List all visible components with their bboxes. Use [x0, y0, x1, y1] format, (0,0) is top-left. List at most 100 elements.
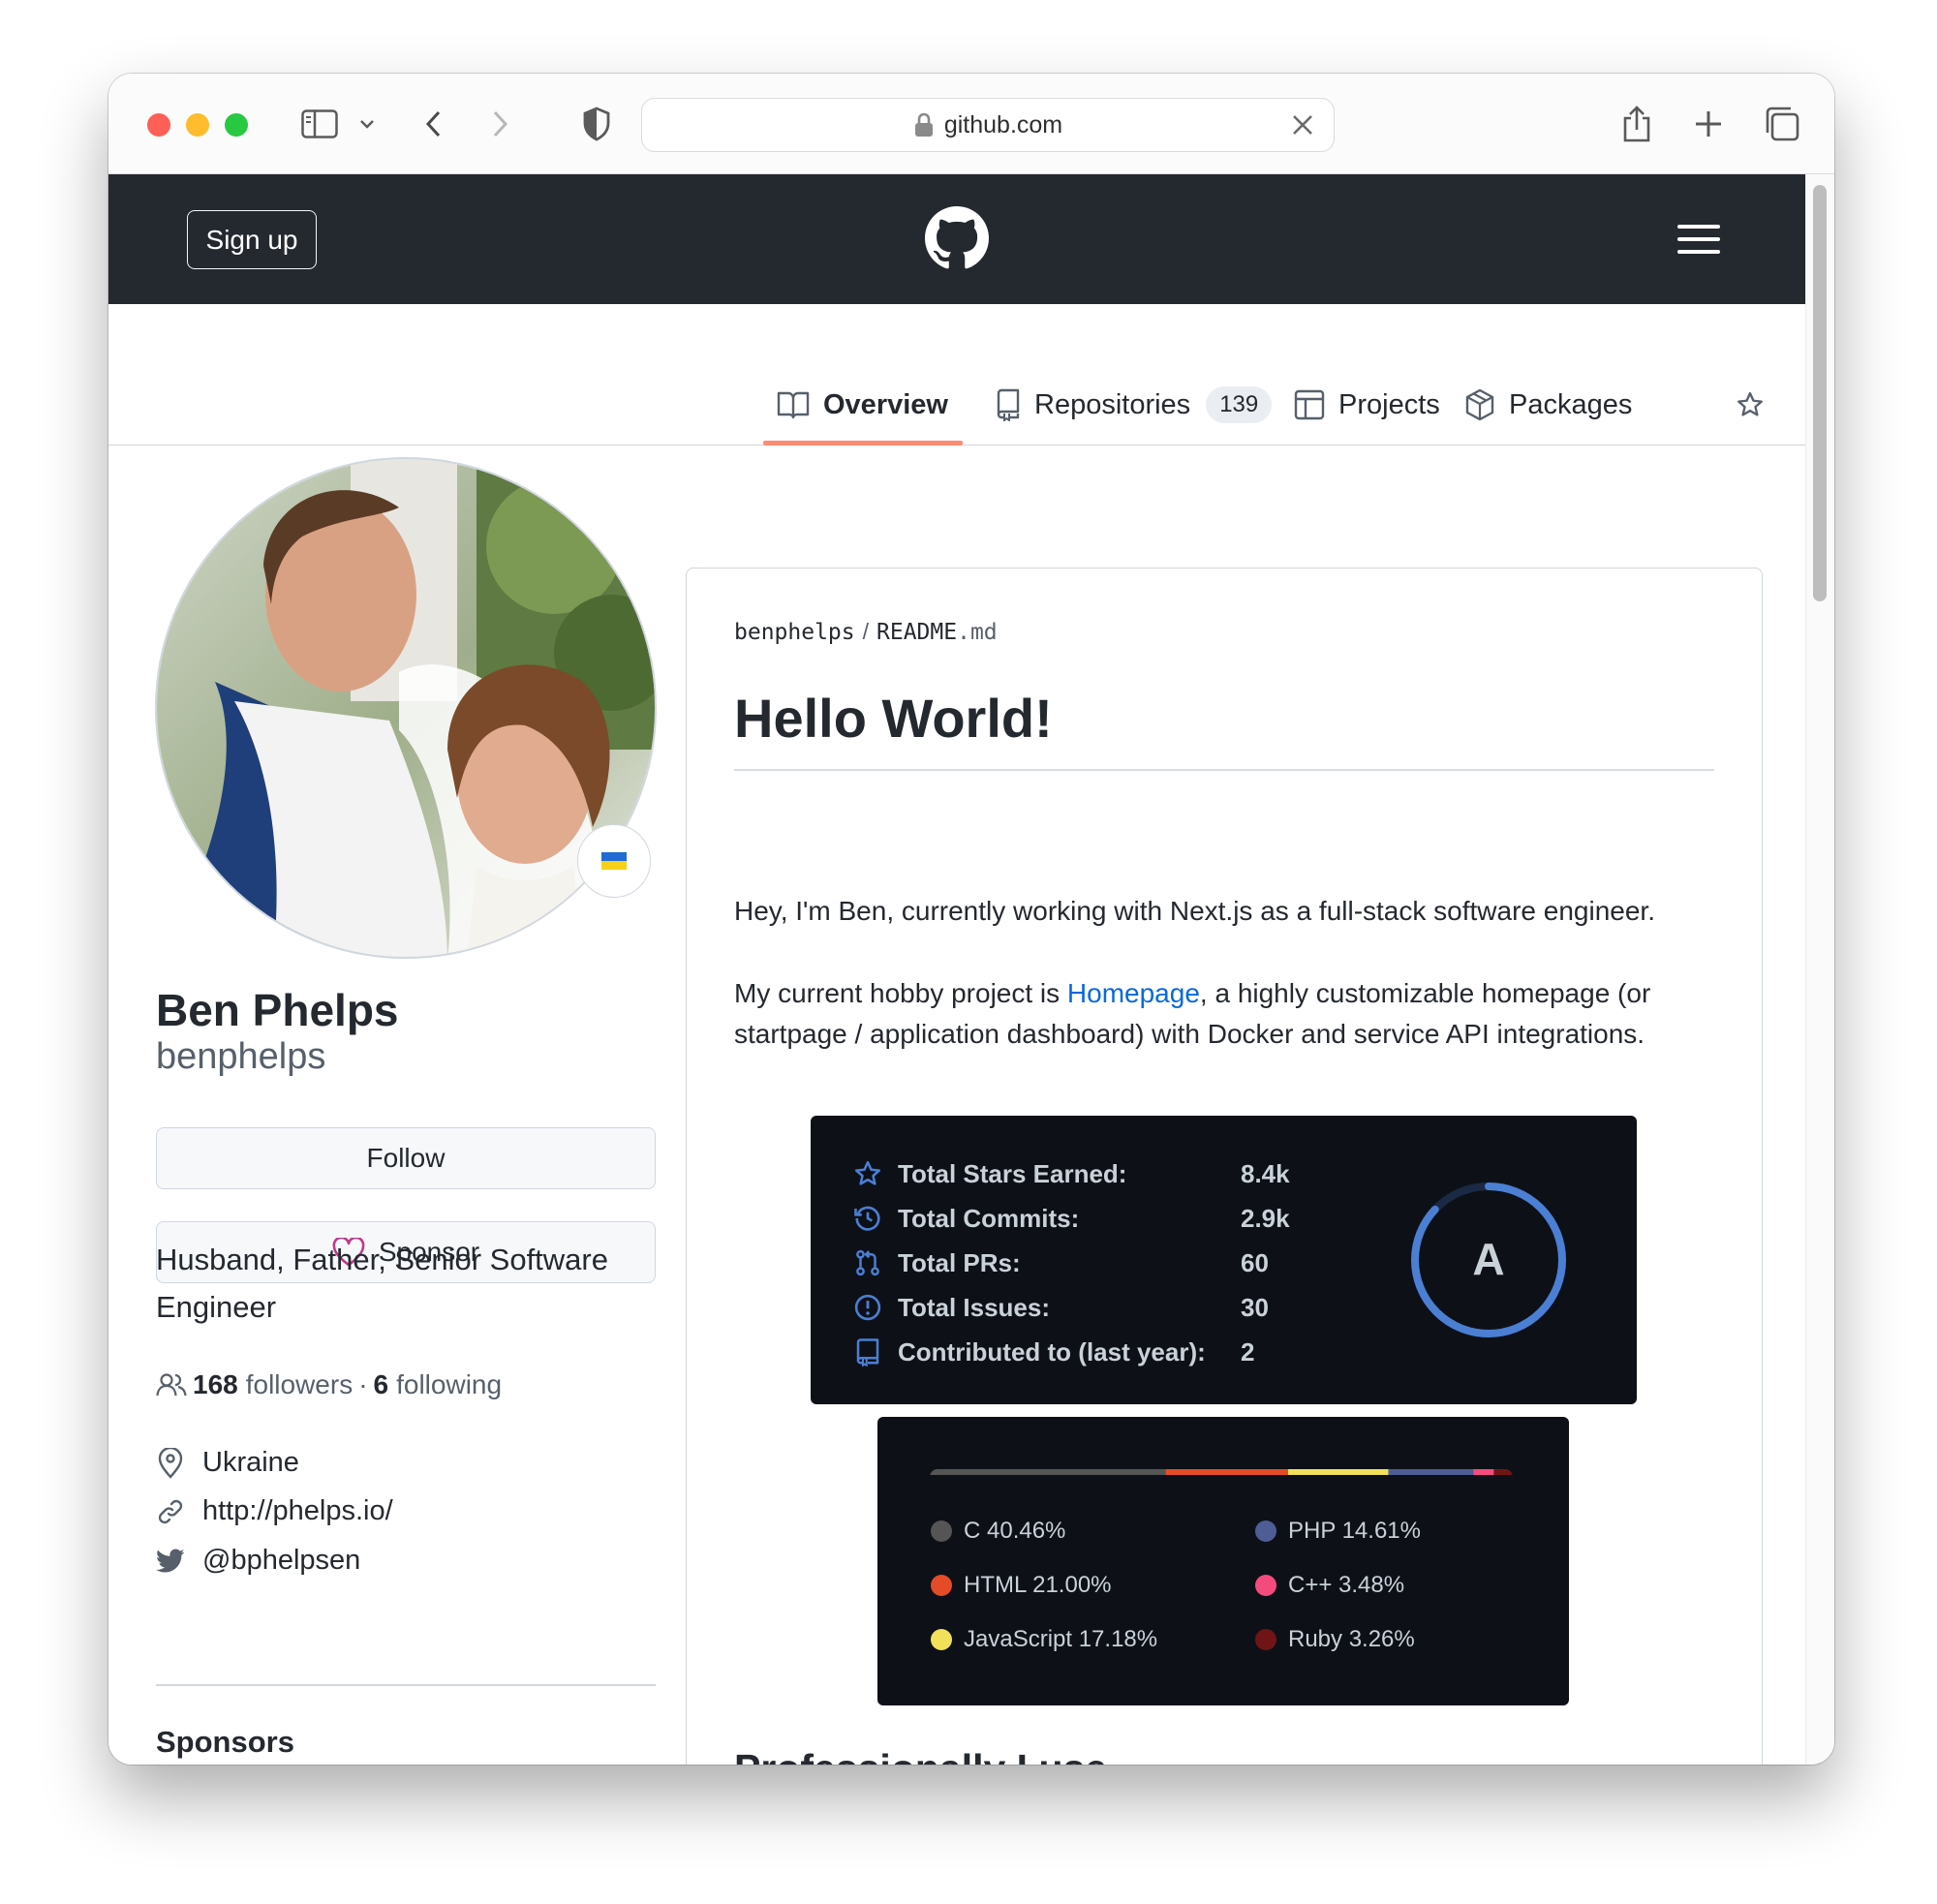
- readme-file-link[interactable]: README.md: [876, 620, 998, 645]
- website-link[interactable]: http://phelps.io/: [202, 1495, 393, 1527]
- link-icon: [158, 1499, 183, 1523]
- minimize-window-button[interactable]: [186, 113, 209, 137]
- stats-label: Total PRs:: [898, 1247, 1021, 1277]
- twitter-handle[interactable]: @bphelpsen: [202, 1545, 360, 1577]
- tab-label: Projects: [1338, 388, 1440, 420]
- twitter-item: @bphelpsen: [156, 1545, 360, 1577]
- profile-page: Overview Repositories 139 Projects Packa…: [108, 304, 1805, 1765]
- stats-value: 2: [1241, 1336, 1255, 1367]
- tab-overview-icon[interactable]: [1763, 101, 1801, 147]
- following-label[interactable]: following: [396, 1369, 502, 1400]
- profile-username: benphelps: [156, 1036, 326, 1077]
- issue-icon: [854, 1294, 881, 1321]
- language-color-dot: [931, 1575, 952, 1596]
- stats-value: 8.4k: [1241, 1158, 1290, 1188]
- new-tab-icon[interactable]: [1691, 101, 1726, 147]
- clear-url-icon[interactable]: [1289, 111, 1316, 138]
- stats-value: 30: [1241, 1292, 1269, 1322]
- language-label: HTML 21.00%: [964, 1572, 1112, 1598]
- chevron-down-icon[interactable]: [356, 101, 378, 147]
- readme-owner-link[interactable]: benphelps: [734, 620, 855, 645]
- readme-file-ext: .md: [957, 620, 998, 645]
- language-color-dot: [931, 1629, 952, 1650]
- readme-breadcrumb: benphelps / README.md: [734, 619, 998, 645]
- readme-hobby: My current hobby project is Homepage, a …: [734, 973, 1722, 1055]
- tab-repositories[interactable]: Repositories 139: [996, 380, 1273, 430]
- stats-row: Total Stars Earned: 8.4k: [853, 1154, 1290, 1193]
- active-tab-indicator: [763, 441, 963, 445]
- language-label: PHP 14.61%: [1288, 1518, 1421, 1544]
- tab-projects[interactable]: Projects: [1294, 380, 1440, 430]
- zoom-window-button[interactable]: [225, 113, 248, 137]
- profile-name: Ben Phelps: [156, 985, 399, 1035]
- stats-row: Total Commits: 2.9k: [853, 1199, 1290, 1238]
- browser-window: github.com Sign up Overview Repositories…: [108, 74, 1834, 1765]
- github-header: Sign up: [108, 174, 1805, 304]
- profile-bio: Husband, Father, Senior Software Enginee…: [156, 1243, 608, 1324]
- menu-icon[interactable]: [1677, 225, 1720, 254]
- language-label: JavaScript 17.18%: [964, 1626, 1158, 1652]
- avatar[interactable]: [155, 457, 657, 959]
- readme-heading: Hello World!: [734, 688, 1053, 749]
- language-legend-item: C++ 3.48%: [1255, 1572, 1404, 1599]
- forward-icon[interactable]: [486, 101, 515, 147]
- sign-up-button[interactable]: Sign up: [187, 210, 317, 269]
- github-stats-card[interactable]: Total Stars Earned: 8.4k Total Commits: …: [811, 1116, 1637, 1404]
- language-label: C++ 3.48%: [1288, 1572, 1405, 1598]
- browser-toolbar: github.com: [108, 74, 1834, 174]
- people-icon: [156, 1373, 187, 1397]
- website-item: http://phelps.io/: [156, 1495, 393, 1527]
- top-languages-card[interactable]: C 40.46% HTML 21.00% JavaScript 17.18% PHP …: [877, 1417, 1569, 1705]
- tab-label: Overview: [823, 388, 948, 420]
- language-bar: [930, 1469, 1513, 1475]
- tab-label: Repositories: [1034, 388, 1191, 420]
- language-bar-segment: [1493, 1469, 1513, 1475]
- language-bar-segment: [1165, 1469, 1289, 1475]
- address-bar[interactable]: github.com: [641, 98, 1335, 152]
- language-legend-item: JavaScript 17.18%: [931, 1626, 1157, 1653]
- tab-stars[interactable]: [1736, 380, 1778, 430]
- location-item: Ukraine: [156, 1447, 299, 1479]
- homepage-link[interactable]: Homepage: [1067, 978, 1200, 1008]
- language-legend-item: PHP 14.61%: [1255, 1518, 1421, 1545]
- location-icon: [158, 1447, 183, 1479]
- follow-stats: 168 followers · 6 following: [156, 1369, 502, 1400]
- following-count[interactable]: 6: [374, 1369, 389, 1400]
- back-icon[interactable]: [418, 101, 447, 147]
- repo-icon: [997, 388, 1020, 421]
- lock-icon: [914, 112, 933, 137]
- github-logo-icon[interactable]: [925, 206, 989, 275]
- ukraine-flag-icon: [601, 852, 627, 870]
- scrollbar-thumb[interactable]: [1813, 185, 1827, 601]
- repo-count-badge: 139: [1206, 386, 1273, 423]
- readme-section-heading: Professionally I use,: [734, 1746, 1119, 1765]
- privacy-shield-icon[interactable]: [580, 101, 613, 147]
- close-window-button[interactable]: [147, 113, 170, 137]
- language-bar-segment: [1473, 1469, 1494, 1475]
- followers-label[interactable]: followers: [246, 1369, 353, 1400]
- hobby-prefix: My current hobby project is: [734, 978, 1067, 1008]
- stats-label: Total Stars Earned:: [898, 1158, 1127, 1188]
- sidebar-toggle-icon[interactable]: [298, 101, 341, 147]
- rank-letter: A: [1472, 1234, 1504, 1284]
- star-icon: [855, 1160, 880, 1185]
- stats-row: Contributed to (last year): 2: [853, 1333, 1254, 1371]
- separator-dot: ·: [358, 1369, 368, 1399]
- tab-packages[interactable]: Packages: [1464, 380, 1632, 430]
- followers-count[interactable]: 168: [193, 1369, 238, 1400]
- share-icon[interactable]: [1619, 101, 1654, 147]
- follow-button[interactable]: Follow: [156, 1127, 656, 1189]
- book-icon: [777, 391, 810, 419]
- sponsors-heading: Sponsors: [156, 1725, 294, 1759]
- status-emoji[interactable]: [577, 824, 651, 898]
- profile-tabs: Overview Repositories 139 Projects Packa…: [108, 304, 1805, 445]
- stats-row: Total PRs: 60: [853, 1244, 1269, 1282]
- star-icon: [1737, 391, 1763, 416]
- language-legend-item: HTML 21.00%: [931, 1572, 1112, 1599]
- twitter-icon: [156, 1549, 185, 1572]
- stats-value: 2.9k: [1241, 1203, 1290, 1233]
- tab-overview[interactable]: Overview: [777, 380, 948, 430]
- language-bar-segment: [1288, 1469, 1389, 1475]
- readme-intro: Hey, I'm Ben, currently working with Nex…: [734, 896, 1655, 926]
- language-color-dot: [1255, 1629, 1276, 1650]
